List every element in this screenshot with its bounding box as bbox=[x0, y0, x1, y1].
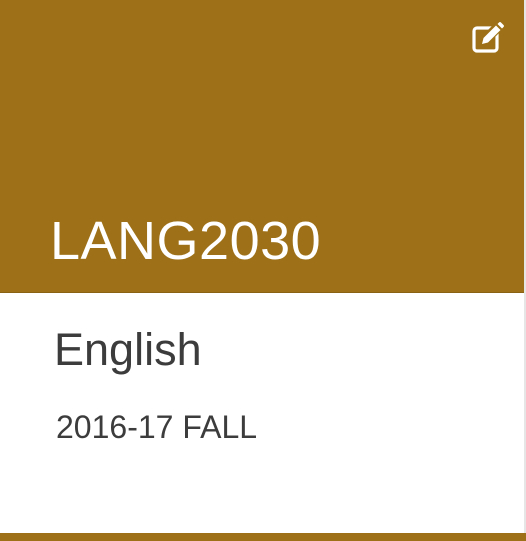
course-term: 2016-17 FALL bbox=[56, 409, 258, 445]
edit-button[interactable] bbox=[468, 18, 508, 58]
edit-icon bbox=[472, 22, 504, 53]
course-code[interactable]: LANG2030 bbox=[50, 209, 321, 273]
course-card-header[interactable]: LANG2030 bbox=[0, 0, 524, 293]
course-name: English bbox=[54, 324, 202, 375]
next-card-edge bbox=[0, 533, 526, 541]
course-card[interactable]: LANG2030 English 2016-17 FALL bbox=[0, 0, 526, 541]
